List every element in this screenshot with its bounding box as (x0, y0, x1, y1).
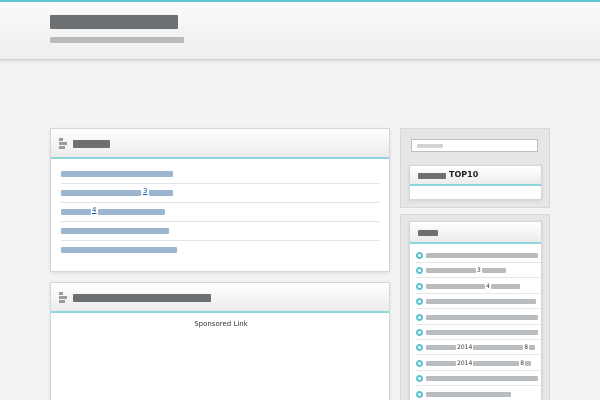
site-title[interactable] (50, 15, 178, 29)
new-post-number: 4 (92, 206, 97, 214)
recent-post-item[interactable] (416, 387, 541, 400)
site-description (50, 37, 184, 43)
recent-post-number: 3 (477, 267, 481, 275)
new-post-link-rest[interactable] (149, 190, 173, 196)
recent-post-item[interactable]: 2014 8 (416, 340, 541, 356)
article-card: Sponsored Link (50, 282, 390, 400)
new-posts-card: 3 4 (50, 128, 390, 272)
circle-bullet-icon (416, 252, 423, 259)
recent-post-number: 2014 (457, 344, 473, 352)
article-title (73, 294, 211, 302)
recent-post-number: 8 (524, 344, 529, 352)
new-post-item[interactable]: 3 (61, 184, 379, 203)
new-post-item[interactable]: 4 (61, 203, 379, 222)
recent-post-text (481, 268, 506, 274)
recent-post-link[interactable] (426, 251, 538, 260)
recent-post-item[interactable] (416, 371, 541, 387)
recent-post-number: 2014 (457, 359, 473, 367)
recent-post-text (473, 345, 524, 351)
recent-post-link[interactable]: 2014 8 (426, 343, 536, 352)
new-post-link[interactable] (61, 171, 173, 177)
recent-post-number: 4 (486, 282, 490, 290)
search-placeholder (417, 144, 443, 148)
ranking-title-prefix (418, 173, 446, 179)
circle-bullet-icon (416, 267, 423, 275)
recent-post-item[interactable]: 2014 8 (416, 356, 541, 371)
new-posts-header (51, 129, 389, 159)
recent-post-text (426, 268, 476, 274)
search-input[interactable] (411, 139, 538, 152)
recent-post-link[interactable] (426, 313, 538, 322)
article-header (51, 283, 389, 313)
circle-bullet-icon (416, 282, 423, 290)
recent-post-link[interactable] (426, 374, 538, 383)
recent-post-link[interactable] (426, 390, 511, 399)
new-post-link[interactable] (61, 247, 177, 253)
recent-post-item[interactable]: 3 (416, 263, 541, 279)
stacked-bars-icon (59, 138, 69, 149)
ranking-title: TOP10 (449, 170, 479, 179)
recent-post-text (426, 314, 538, 320)
circle-bullet-icon (416, 359, 423, 367)
site-header (0, 2, 600, 60)
recent-post-item[interactable] (416, 248, 541, 263)
recent-post-link[interactable]: 3 (426, 266, 506, 275)
new-post-link[interactable] (61, 190, 141, 196)
recent-post-item[interactable] (416, 325, 541, 340)
recent-post-item[interactable] (416, 310, 541, 325)
new-post-link[interactable] (61, 209, 91, 215)
circle-bullet-icon (416, 329, 423, 336)
recent-post-text (426, 253, 538, 258)
recent-posts-heading (418, 230, 438, 236)
recent-post-text (426, 283, 485, 289)
circle-bullet-icon (416, 344, 423, 352)
recent-post-text (426, 376, 538, 382)
stacked-bars-icon (59, 292, 69, 303)
recent-posts-header (410, 222, 541, 244)
ranking-widget: TOP10 (409, 165, 542, 200)
circle-bullet-icon (416, 375, 423, 383)
recent-post-link[interactable] (426, 328, 538, 337)
recent-post-item[interactable]: 4 (416, 279, 541, 294)
sidebar-top-widgets: TOP10 (400, 128, 550, 208)
recent-posts-widget: 3 4 2014 8 2014 8 (409, 221, 542, 400)
sidebar-recent-widget: 3 4 2014 8 2014 8 (400, 214, 550, 400)
ranking-header: TOP10 (410, 166, 541, 186)
recent-post-text (525, 360, 532, 366)
recent-post-link[interactable] (426, 297, 536, 306)
recent-post-text (426, 330, 538, 335)
recent-post-text (426, 299, 536, 305)
new-post-number: 3 (143, 187, 148, 195)
new-post-link[interactable] (61, 228, 169, 234)
circle-bullet-icon (416, 298, 423, 306)
new-posts-heading (73, 140, 110, 148)
circle-bullet-icon (416, 313, 423, 321)
recent-post-text (426, 360, 456, 366)
sponsored-link-label: Sponsored Link (194, 320, 248, 328)
recent-post-text (490, 283, 520, 289)
recent-post-link[interactable]: 2014 8 (426, 359, 532, 368)
recent-post-text (473, 360, 520, 366)
recent-post-text (426, 391, 511, 397)
circle-bullet-icon (416, 390, 423, 398)
recent-post-number: 8 (520, 359, 525, 367)
recent-post-item[interactable] (416, 294, 541, 310)
new-post-item[interactable] (61, 165, 379, 184)
recent-post-text (426, 345, 456, 351)
new-post-item[interactable] (61, 222, 379, 241)
new-post-item[interactable] (61, 241, 379, 260)
new-post-link-rest[interactable] (98, 209, 165, 215)
recent-post-link[interactable]: 4 (426, 282, 520, 291)
recent-post-text (529, 345, 536, 351)
